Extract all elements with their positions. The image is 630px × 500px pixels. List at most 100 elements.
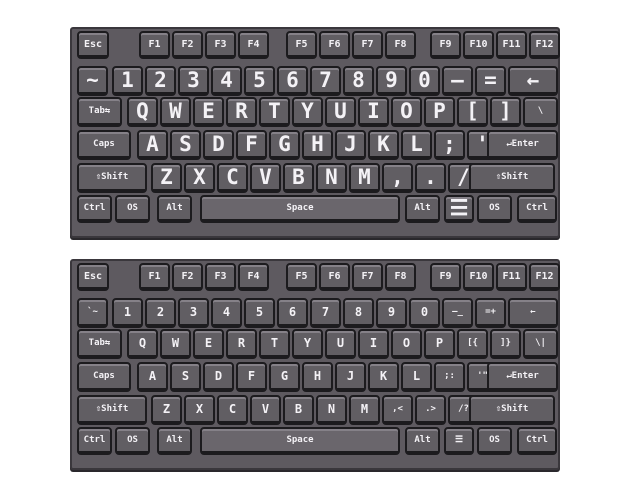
- key-tilde[interactable]: ~: [77, 66, 108, 96]
- key-p[interactable]: P: [424, 329, 455, 359]
- key-ctrl[interactable]: Ctrl: [77, 195, 112, 223]
- key-right-bracket[interactable]: ]}: [490, 329, 521, 359]
- key-i[interactable]: I: [358, 329, 389, 359]
- key-p[interactable]: P: [424, 97, 455, 127]
- key-o[interactable]: O: [391, 329, 422, 359]
- key-u[interactable]: U: [325, 329, 356, 359]
- key-f1[interactable]: F1: [139, 263, 170, 291]
- key-q[interactable]: Q: [127, 97, 158, 127]
- key-tab[interactable]: Tab⇆: [77, 97, 122, 127]
- key-f12[interactable]: F12: [529, 31, 560, 59]
- key-backslash[interactable]: \: [523, 97, 558, 127]
- key-left-bracket[interactable]: [: [457, 97, 488, 127]
- key-z[interactable]: Z: [151, 163, 182, 193]
- key-f6[interactable]: F6: [319, 31, 350, 59]
- key-shift[interactable]: ⇧Shift: [469, 395, 555, 425]
- key-y[interactable]: Y: [292, 329, 323, 359]
- key-y[interactable]: Y: [292, 97, 323, 127]
- key-n[interactable]: N: [316, 395, 347, 425]
- key-c[interactable]: C: [217, 395, 248, 425]
- key-v[interactable]: V: [250, 163, 281, 193]
- key-2[interactable]: 2: [145, 298, 176, 328]
- key-m[interactable]: M: [349, 395, 380, 425]
- key-a[interactable]: A: [137, 362, 168, 392]
- key-esc[interactable]: Esc: [77, 31, 109, 59]
- key-minus[interactable]: –_: [442, 298, 473, 328]
- key-caps[interactable]: Caps: [77, 130, 131, 160]
- key-alt[interactable]: Alt: [405, 195, 440, 223]
- key-os[interactable]: OS: [115, 195, 150, 223]
- key-t[interactable]: T: [259, 97, 290, 127]
- key-7[interactable]: 7: [310, 298, 341, 328]
- key-j[interactable]: J: [335, 130, 366, 160]
- key-esc[interactable]: Esc: [77, 263, 109, 291]
- key-g[interactable]: G: [269, 130, 300, 160]
- key-3[interactable]: 3: [178, 298, 209, 328]
- key-semicolon[interactable]: ;: [434, 130, 465, 160]
- key-equals[interactable]: =+: [475, 298, 506, 328]
- key-semicolon[interactable]: ;:: [434, 362, 465, 392]
- key-2[interactable]: 2: [145, 66, 176, 96]
- key-u[interactable]: U: [325, 97, 356, 127]
- key-backspace[interactable]: ←: [508, 66, 558, 96]
- key-3[interactable]: 3: [178, 66, 209, 96]
- key-r[interactable]: R: [226, 329, 257, 359]
- key-z[interactable]: Z: [151, 395, 182, 425]
- key-c[interactable]: C: [217, 163, 248, 193]
- key-x[interactable]: X: [184, 163, 215, 193]
- key-f5[interactable]: F5: [286, 263, 317, 291]
- key-j[interactable]: J: [335, 362, 366, 392]
- key-os[interactable]: OS: [477, 427, 512, 455]
- key-r[interactable]: R: [226, 97, 257, 127]
- key-g[interactable]: G: [269, 362, 300, 392]
- key-h[interactable]: H: [302, 362, 333, 392]
- key-5[interactable]: 5: [244, 298, 275, 328]
- key-shift[interactable]: ⇧Shift: [77, 395, 147, 425]
- key-1[interactable]: 1: [112, 298, 143, 328]
- key-ctrl[interactable]: Ctrl: [517, 195, 557, 223]
- key-6[interactable]: 6: [277, 298, 308, 328]
- key-d[interactable]: D: [203, 130, 234, 160]
- key-f11[interactable]: F11: [496, 31, 527, 59]
- key-right-bracket[interactable]: ]: [490, 97, 521, 127]
- key-f5[interactable]: F5: [286, 31, 317, 59]
- key-tab[interactable]: Tab⇆: [77, 329, 122, 359]
- key-8[interactable]: 8: [343, 66, 374, 96]
- key-k[interactable]: K: [368, 362, 399, 392]
- key-f3[interactable]: F3: [205, 31, 236, 59]
- key-ctrl[interactable]: Ctrl: [77, 427, 112, 455]
- key-f[interactable]: F: [236, 362, 267, 392]
- key-s[interactable]: S: [170, 362, 201, 392]
- key-f8[interactable]: F8: [385, 263, 416, 291]
- key-alt[interactable]: Alt: [157, 195, 192, 223]
- key-f7[interactable]: F7: [352, 263, 383, 291]
- key-shift[interactable]: ⇧Shift: [77, 163, 147, 193]
- key-enter[interactable]: ↵Enter: [487, 130, 558, 160]
- key-s[interactable]: S: [170, 130, 201, 160]
- key-l[interactable]: L: [401, 130, 432, 160]
- key-l[interactable]: L: [401, 362, 432, 392]
- key-backslash[interactable]: \|: [523, 329, 558, 359]
- key-f11[interactable]: F11: [496, 263, 527, 291]
- key-f2[interactable]: F2: [172, 31, 203, 59]
- key-space[interactable]: Space: [200, 427, 400, 455]
- key-e[interactable]: E: [193, 329, 224, 359]
- key-k[interactable]: K: [368, 130, 399, 160]
- key-f9[interactable]: F9: [430, 263, 461, 291]
- key-w[interactable]: W: [160, 329, 191, 359]
- key-enter[interactable]: ↵Enter: [487, 362, 558, 392]
- key-t[interactable]: T: [259, 329, 290, 359]
- key-os[interactable]: OS: [477, 195, 512, 223]
- key-menu[interactable]: ☰: [444, 195, 474, 223]
- key-9[interactable]: 9: [376, 66, 407, 96]
- key-1[interactable]: 1: [112, 66, 143, 96]
- key-minus[interactable]: –: [442, 66, 473, 96]
- key-o[interactable]: O: [391, 97, 422, 127]
- key-f4[interactable]: F4: [238, 31, 269, 59]
- key-alt[interactable]: Alt: [157, 427, 192, 455]
- key-d[interactable]: D: [203, 362, 234, 392]
- key-e[interactable]: E: [193, 97, 224, 127]
- key-f10[interactable]: F10: [463, 31, 494, 59]
- key-5[interactable]: 5: [244, 66, 275, 96]
- key-left-bracket[interactable]: [{: [457, 329, 488, 359]
